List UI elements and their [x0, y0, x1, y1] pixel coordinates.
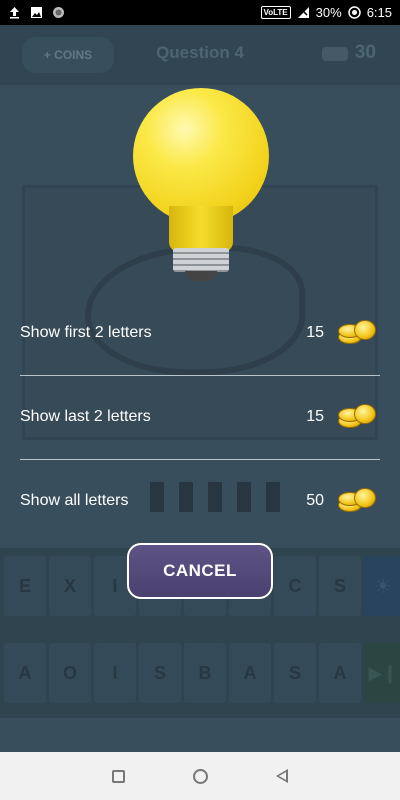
hint-option-cost: 15 [306, 408, 324, 425]
hint-option-last-letters[interactable]: Show last 2 letters 15 [20, 397, 380, 437]
circle-icon [53, 7, 64, 18]
status-bar: VoLTE 30% 6:15 [0, 0, 400, 25]
sync-icon [347, 6, 361, 19]
clock: 6:15 [366, 5, 392, 20]
signal-icon [297, 7, 309, 18]
recents-icon[interactable] [112, 769, 125, 783]
home-icon[interactable] [193, 768, 208, 784]
divider [20, 375, 380, 376]
hint-option-cost: 50 [306, 492, 324, 509]
hint-option-all-letters[interactable]: Show all letters 50 [20, 481, 380, 521]
hint-option-label: Show all letters [20, 492, 129, 509]
coins-icon [338, 488, 380, 514]
volte-badge: VoLTE [260, 6, 291, 19]
back-icon[interactable] [276, 769, 288, 783]
cancel-button[interactable]: CANCEL [127, 543, 273, 599]
coins-icon [338, 320, 380, 346]
hint-option-label: Show first 2 letters [20, 324, 152, 341]
upload-icon [10, 7, 19, 19]
lightbulb-icon [133, 88, 269, 288]
hint-option-label: Show last 2 letters [20, 408, 151, 425]
battery-percent: 30% [315, 5, 342, 20]
divider [20, 459, 380, 460]
android-nav-bar [0, 752, 400, 800]
hint-option-cost: 15 [306, 324, 324, 341]
image-icon [31, 7, 42, 18]
coins-icon [338, 404, 380, 430]
hint-option-first-letters[interactable]: Show first 2 letters 15 [20, 313, 380, 353]
